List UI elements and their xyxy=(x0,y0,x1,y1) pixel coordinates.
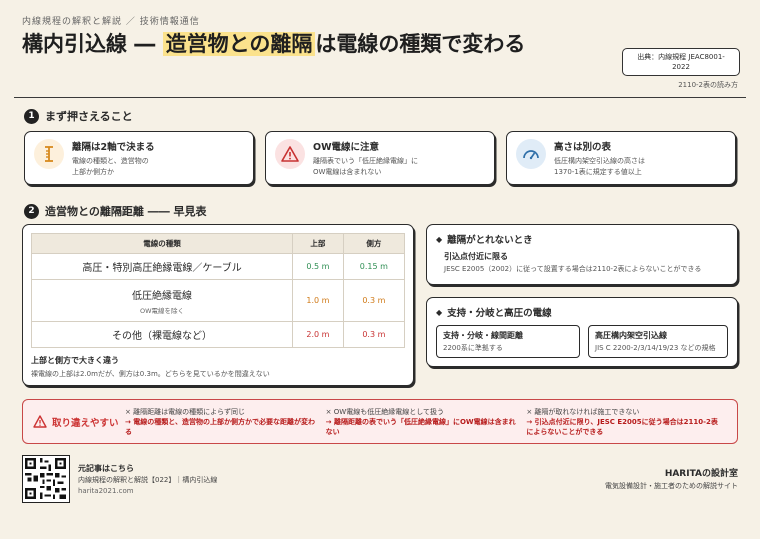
mistake-2-wrong: × OW電線も低圧絶縁電線として扱う xyxy=(325,407,444,416)
keypoint-card-1: 離隔は2軸で決まる 電線の種類と、造営物の 上部か側方か xyxy=(24,131,254,185)
source-line2: 2022 xyxy=(672,63,690,71)
row3-type: その他（裸電線など） xyxy=(30,321,294,348)
keypoint-card-2: OW電線に注意 離隔表でいう「低圧絶縁電線」に OW電線は含まれない xyxy=(265,131,495,185)
article-link-subtitle[interactable]: 内線規程の解釈と解説【022】｜構内引込線 xyxy=(78,475,217,485)
keypoint-2-line2: OW電線は含まれない xyxy=(313,168,382,176)
table-note-body: 裸電線の上部は2.0mだが、側方は0.3m。どちらを見ているかを間違えない xyxy=(31,370,270,378)
keypoint-3-line1: 低圧構内架空引込線の高さは xyxy=(554,157,645,165)
source-line1: 出典：内線規程 JEAC8001- xyxy=(637,53,725,61)
keypoint-2-title: OW電線に注意 xyxy=(313,142,380,153)
row3-side: 0.3 m xyxy=(342,321,406,348)
no-clearance-body: 引込点付近に限る JESC E2005（2002）に従って設置する場合は2110… xyxy=(436,251,728,274)
keypoint-3-line2: 1370-1表に規定する値以上 xyxy=(554,168,642,176)
title-main: 構内引込線 ― xyxy=(22,32,163,56)
section1-title: まず押さえること xyxy=(45,110,133,123)
support-box-body: 2200系に準拠する xyxy=(443,344,503,352)
support-branch-heading: ◆ 支持・分岐と高圧の電線 xyxy=(436,305,728,320)
mistake-2-correct: → 離隔距離の表でいう「低圧絶縁電線」にOW電線は含まれない xyxy=(325,417,516,436)
row2-type-cell: 低圧絶縁電線 OW電線を除く xyxy=(30,279,294,322)
keypoint-1-title: 離隔は2軸で決まる xyxy=(72,142,155,153)
keypoint-1-line2: 上部か側方か xyxy=(72,168,114,176)
support-box: 支持・分岐・線間距離 2200系に準拠する xyxy=(436,325,580,358)
common-mistakes-bar: 取り違えやすい × 離隔距離は電線の種類によらず同じ → 電線の種類と、造営物の… xyxy=(22,399,738,444)
table-note: 上部と側方で大きく違う 裸電線の上部は2.0mだが、側方は0.3m。どちらを見て… xyxy=(31,355,405,379)
hv-line-box-title: 高圧構内架空引込線 xyxy=(595,331,667,340)
row1-type: 高圧・特別高圧絶縁電線／ケーブル xyxy=(30,253,294,280)
header-divider xyxy=(14,97,746,98)
header-side: 側方 xyxy=(342,233,406,254)
no-clearance-inner-body: JESC E2005（2002）に従って設置する場合は2110-2表によらないこ… xyxy=(444,265,702,273)
warning-icon xyxy=(33,415,47,428)
hv-line-box: 高圧構内架空引込線 JIS C 2200-2/3/14/19/23 などの規格 xyxy=(588,325,728,358)
gauge-icon xyxy=(516,139,546,169)
hv-line-box-body: JIS C 2200-2/3/14/19/23 などの規格 xyxy=(595,344,716,352)
mistake-1-correct: → 電線の種類と、造営物の上部か側方かで必要な距離が変わる xyxy=(125,417,316,436)
mistake-item-1: × 離隔距離は電線の種類によらず同じ → 電線の種類と、造営物の上部か側方かで必… xyxy=(125,407,326,437)
warning-icon xyxy=(275,139,305,169)
row1-top: 0.5 m xyxy=(292,253,344,280)
keypoint-1-line1: 電線の種類と、造営物の xyxy=(72,157,149,165)
mistake-3-correct: → 引込点付近に限り、JESC E2005に従う場合は2110-2表によらないこ… xyxy=(526,417,718,436)
support-branch-card: ◆ 支持・分岐と高圧の電線 支持・分岐・線間距離 2200系に準拠する 高圧構内… xyxy=(426,297,738,367)
row2-sub: OW電線を除く xyxy=(140,306,185,315)
row1-side: 0.15 m xyxy=(342,253,406,280)
table-row: その他（裸電線など） 2.0 m 0.3 m xyxy=(30,321,406,348)
site-url[interactable]: harita2021.com xyxy=(78,487,134,495)
support-branch-title: 支持・分岐と高圧の電線 xyxy=(447,308,552,319)
keypoint-3-title: 高さは別の表 xyxy=(554,142,612,153)
source-box: 出典：内線規程 JEAC8001- 2022 xyxy=(622,48,740,76)
support-box-title: 支持・分岐・線間距離 xyxy=(443,331,523,340)
keypoint-2-line1: 離隔表でいう「低圧絶縁電線」に xyxy=(313,157,418,165)
separation-table: 電線の種類 上部 側方 高圧・特別高圧絶縁電線／ケーブル 0.5 m 0.15 … xyxy=(30,233,406,348)
no-clearance-heading: ◆ 離隔がとれないとき xyxy=(436,232,728,247)
series-label: 内線規程の解釈と解説 ／ 技術情報通信 xyxy=(22,17,200,27)
diamond-icon: ◆ xyxy=(436,307,443,317)
mistakes-label-text: 取り違えやすい xyxy=(52,417,119,429)
table-row: 低圧絶縁電線 OW電線を除く 1.0 m 0.3 m xyxy=(30,279,406,322)
page-title: 構内引込線 ― 造営物との離隔 は電線の種類で変わる xyxy=(22,30,612,59)
ruler-icon xyxy=(34,139,64,169)
table-note-title: 上部と側方で大きく違う xyxy=(31,356,119,365)
table-header-row: 電線の種類 上部 側方 xyxy=(30,233,406,254)
row2-top: 1.0 m xyxy=(292,279,344,322)
mistake-item-2: × OW電線も低圧絶縁電線として扱う → 離隔距離の表でいう「低圧絶縁電線」にO… xyxy=(326,407,527,437)
no-clearance-card: ◆ 離隔がとれないとき 引込点付近に限る JESC E2005（2002）に従っ… xyxy=(426,224,738,285)
support-branch-boxes: 支持・分岐・線間距離 2200系に準拠する 高圧構内架空引込線 JIS C 22… xyxy=(436,325,728,358)
article-link-title: 元記事はこちら xyxy=(78,464,134,473)
header-wire-type: 電線の種類 xyxy=(30,233,294,254)
section1-number: 1 xyxy=(24,108,39,124)
mistake-3-wrong: × 離隔が取れなければ施工できない xyxy=(526,407,640,416)
no-clearance-title: 離隔がとれないとき xyxy=(447,235,533,246)
section1-heading: 1 まず押さえること xyxy=(24,108,133,124)
section2-number: 2 xyxy=(24,203,39,219)
title-highlight: 造営物との離隔 xyxy=(162,32,316,56)
mistake-1-wrong: × 離隔距離は電線の種類によらず同じ xyxy=(125,407,245,416)
diamond-icon: ◆ xyxy=(436,234,443,244)
brand-name: HARITAの設計室 xyxy=(664,469,738,479)
row2-type: 低圧絶縁電線 xyxy=(132,290,193,302)
row3-top: 2.0 m xyxy=(292,321,344,348)
source-subtitle: 2110-2表の読み方 xyxy=(678,81,738,89)
separation-table-card: 電線の種類 上部 側方 高圧・特別高圧絶縁電線／ケーブル 0.5 m 0.15 … xyxy=(22,224,414,386)
mistake-item-3: × 離隔が取れなければ施工できない → 引込点付近に限り、JESC E2005に… xyxy=(526,407,727,437)
header-top: 上部 xyxy=(292,233,344,254)
table-row: 高圧・特別高圧絶縁電線／ケーブル 0.5 m 0.15 m xyxy=(30,253,406,280)
mistakes-label: 取り違えやすい xyxy=(33,415,125,429)
no-clearance-inner-title: 引込点付近に限る xyxy=(444,252,508,261)
keypoint-card-3: 高さは別の表 低圧構内架空引込線の高さは 1370-1表に規定する値以上 xyxy=(506,131,736,185)
section2-heading: 2 造営物との離隔距離 ―― 早見表 xyxy=(24,203,207,219)
qr-code[interactable] xyxy=(22,455,70,503)
row2-side: 0.3 m xyxy=(342,279,406,322)
section2-title: 造営物との離隔距離 ―― 早見表 xyxy=(45,205,207,218)
brand-tagline: 電気設備設計・施工者のための解説サイト xyxy=(605,482,738,490)
title-rest: は電線の種類で変わる xyxy=(315,32,526,56)
